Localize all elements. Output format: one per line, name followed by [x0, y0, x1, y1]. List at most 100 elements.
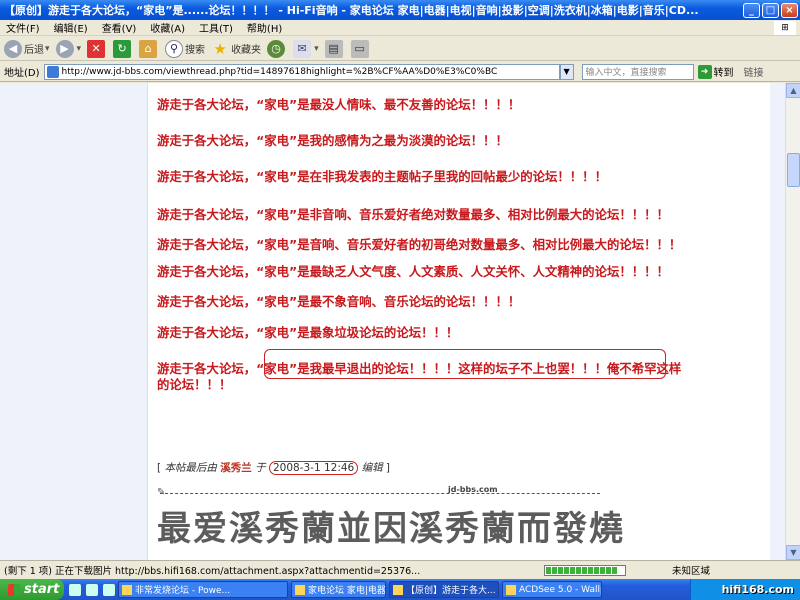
edit-at: 于	[255, 462, 266, 474]
back-button[interactable]: ◀ 后退 ▾	[4, 39, 50, 58]
highlight-oval	[264, 349, 666, 379]
menu-view[interactable]: 查看(V)	[102, 20, 137, 35]
scroll-up-arrow-icon[interactable]: ▲	[786, 83, 800, 98]
title-bar: 【原创】游走于各大论坛，“家电”是......论坛！！！！ - Hi-Fi音响 …	[0, 0, 800, 20]
search-button[interactable]: ⚲ 搜索	[165, 39, 206, 58]
menu-tools[interactable]: 工具(T)	[199, 20, 233, 35]
tray-watermark: hifi168.com	[721, 583, 794, 596]
signature-text: 最爱溪秀蘭並因溪秀蘭而發燒	[157, 509, 625, 549]
taskbar-item[interactable]: 【原创】游走于各大...	[389, 581, 499, 598]
menu-bar: 文件(F) 编辑(E) 查看(V) 收藏(A) 工具(T) 帮助(H) ⊞	[0, 20, 800, 36]
address-label: 地址(D)	[4, 68, 40, 79]
taskbar-item-label: 【原创】游走于各大...	[406, 586, 496, 596]
taskbar: start 非常发烧论坛 - Powe... 家电论坛 家电|电器|... 【原…	[0, 579, 800, 600]
taskbar-item-label: ACDSee 5.0 - Wallpaper	[519, 584, 601, 595]
loading-progress	[544, 564, 626, 576]
address-bar: 地址(D) http://www.jd-bbs.com/viewthread.p…	[0, 62, 800, 82]
status-bar: (剩下 1 项) 正在下载图片 http://bbs.hifi168.com/a…	[0, 560, 800, 579]
post-line: 游走于各大论坛，“家电”是非音响、音乐爱好者绝对数量最多、相对比例最大的论坛！！…	[157, 207, 669, 222]
star-icon: ★	[213, 39, 227, 58]
menu-favorites[interactable]: 收藏(A)	[150, 20, 185, 35]
chevron-down-icon: ▾	[76, 43, 82, 54]
left-margin	[0, 83, 148, 560]
home-button[interactable]: ⌂	[139, 39, 159, 58]
post-line: 游走于各大论坛，“家电”是最不象音响、音乐论坛的论坛！！！！	[157, 294, 521, 309]
chevron-down-icon: ▾	[45, 43, 50, 54]
start-button[interactable]: start	[0, 579, 64, 600]
right-margin	[770, 83, 785, 560]
post-line: 游走于各大论坛，“家电”是最没人情味、最不友善的论坛！！！！	[157, 97, 521, 112]
page-content: 游走于各大论坛，“家电”是最没人情味、最不友善的论坛！！！！ 游走于各大论坛，“…	[0, 83, 785, 560]
history-icon: ◷	[267, 39, 286, 58]
go-label: 转到	[713, 68, 734, 79]
post-line: 游走于各大论坛，“家电”是音响、音乐爱好者的初哥绝对数量最多、相对比例最大的论坛…	[157, 237, 682, 252]
edit-suffix: 编辑	[361, 462, 383, 474]
page-icon	[46, 65, 59, 78]
favorites-button[interactable]: ★ 收藏夹	[211, 40, 261, 58]
search-icon: ⚲	[165, 39, 184, 58]
web-search-input[interactable]: 输入中文，直接搜索	[581, 63, 694, 80]
refresh-icon: ↻	[113, 39, 132, 58]
post-line: 的论坛！！！	[157, 377, 232, 392]
windows-flag-icon	[8, 583, 20, 596]
menu-edit[interactable]: 编辑(E)	[54, 20, 88, 35]
app-icon	[122, 584, 132, 595]
start-label: start	[24, 582, 60, 597]
mail-button[interactable]: ✉ ▾	[293, 39, 319, 58]
taskbar-item[interactable]: 非常发烧论坛 - Powe...	[118, 581, 288, 598]
history-button[interactable]: ◷	[267, 39, 287, 58]
address-url: http://www.jd-bbs.com/viewthread.php?tid…	[61, 66, 498, 77]
taskbar-item-label: 非常发烧论坛 - Powe...	[135, 586, 231, 596]
app-icon	[295, 584, 305, 595]
app-icon	[506, 584, 516, 595]
taskbar-item[interactable]: ACDSee 5.0 - Wallpaper	[502, 581, 602, 598]
quicklaunch-icon[interactable]	[103, 583, 115, 596]
favorites-label: 收藏夹	[231, 45, 262, 56]
vertical-scrollbar[interactable]: ▲ ▼	[785, 83, 800, 560]
print-icon: ▤	[324, 39, 343, 58]
edit-page-button[interactable]: ▭	[350, 39, 371, 58]
toolbar: ◀ 后退 ▾ ▶ ▾ ✕ ↻ ⌂ ⚲ 搜索 ★ 收藏夹 ◷ ✉ ▾ ▤ ▭	[0, 37, 800, 61]
home-icon: ⌂	[139, 39, 158, 58]
scroll-thumb[interactable]	[787, 153, 800, 187]
chevron-down-icon: ▾	[314, 43, 319, 54]
edit-note: [ 本帖最后由 溪秀兰 于 2008-3-1 12:46 编辑 ]	[157, 461, 391, 475]
status-text: (剩下 1 项) 正在下载图片 http://bbs.hifi168.com/a…	[4, 566, 421, 577]
back-label: 后退	[24, 45, 44, 56]
windows-logo-icon: ⊞	[774, 20, 796, 35]
quicklaunch-icon[interactable]	[86, 583, 98, 596]
stop-button[interactable]: ✕	[87, 39, 107, 58]
document-icon: ▭	[350, 39, 369, 58]
close-button[interactable]: ×	[781, 2, 798, 18]
edit-date: 2008-3-1 12:46	[268, 461, 359, 475]
minimize-button[interactable]: _	[743, 2, 760, 18]
taskbar-item[interactable]: 家电论坛 家电|电器|...	[291, 581, 386, 598]
quicklaunch-icon[interactable]	[69, 583, 81, 596]
print-button[interactable]: ▤	[324, 39, 345, 58]
site-watermark: jd-bbs.com	[448, 485, 498, 494]
maximize-button[interactable]: □	[762, 2, 779, 18]
window-title: 【原创】游走于各大论坛，“家电”是......论坛！！！！ - Hi-Fi音响 …	[4, 4, 699, 17]
edit-user[interactable]: 溪秀兰	[220, 462, 252, 474]
scroll-down-arrow-icon[interactable]: ▼	[786, 545, 800, 560]
menu-help[interactable]: 帮助(H)	[247, 20, 282, 35]
refresh-button[interactable]: ↻	[113, 39, 133, 58]
signature-divider	[160, 493, 600, 494]
system-tray: hifi168.com	[690, 579, 800, 600]
links-button[interactable]: 链接	[744, 64, 764, 79]
post-line: 游走于各大论坛，“家电”是最缺乏人文气度、人文素质、人文关怀、人文精神的论坛！！…	[157, 264, 669, 279]
edit-prefix: 本帖最后由	[164, 462, 217, 474]
menu-file[interactable]: 文件(F)	[6, 20, 40, 35]
taskbar-item-label: 家电论坛 家电|电器|...	[308, 586, 386, 596]
stop-icon: ✕	[87, 39, 106, 58]
post-line: 游走于各大论坛，“家电”是我的感情为之最为淡漠的论坛！！！	[157, 133, 508, 148]
search-label: 搜索	[185, 45, 206, 56]
go-arrow-icon: ➜	[697, 64, 712, 79]
app-icon	[393, 584, 403, 595]
go-button[interactable]: ➜ 转到	[697, 64, 734, 79]
address-dropdown-button[interactable]: ▼	[559, 63, 574, 80]
address-input[interactable]: http://www.jd-bbs.com/viewthread.php?tid…	[43, 63, 560, 80]
back-arrow-icon: ◀	[4, 39, 22, 58]
security-zone: 未知区域	[672, 566, 711, 577]
forward-button[interactable]: ▶ ▾	[55, 39, 82, 58]
